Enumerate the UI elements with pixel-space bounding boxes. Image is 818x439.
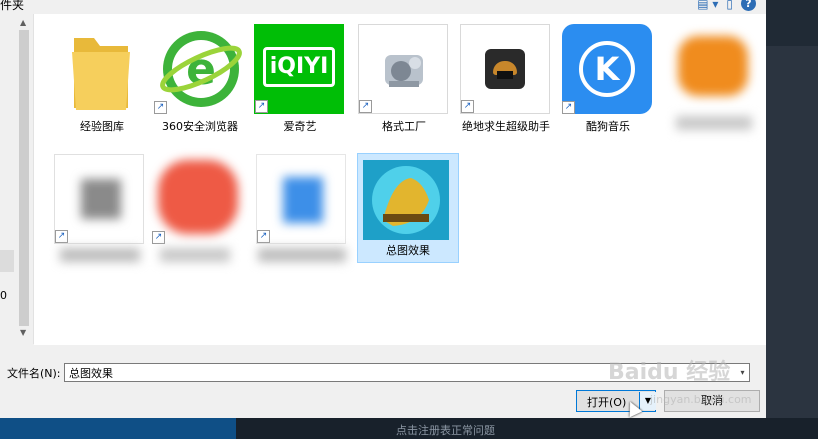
format-factory-icon: ↗: [358, 24, 448, 114]
360-browser-icon: e ↗: [154, 24, 244, 114]
file-item-kugou[interactable]: K ↗ 酷狗音乐: [560, 24, 656, 144]
file-item-pubg-helper[interactable]: ↗ 绝地求生超级助手: [458, 24, 554, 154]
blurred-label: [676, 116, 752, 130]
file-label: 360安全浏览器: [162, 120, 238, 133]
chevron-down-icon[interactable]: ▾: [736, 364, 749, 381]
file-label: 总图效果: [386, 244, 430, 257]
shortcut-arrow-icon: ↗: [154, 101, 167, 114]
open-button[interactable]: 打开(O) ▼: [576, 390, 656, 412]
file-item-iqiyi[interactable]: iQIYI ↗ 爱奇艺: [252, 24, 348, 144]
blurred-icon: [678, 36, 748, 96]
watermark-logo: Baidu 经验: [608, 360, 731, 385]
blurred-label: [60, 248, 140, 262]
shortcut-arrow-icon: ↗: [257, 230, 270, 243]
shortcut-arrow-icon: ↗: [152, 231, 165, 244]
file-label: 绝地求生超级助手: [462, 120, 550, 133]
nav-selected-item[interactable]: [0, 250, 14, 272]
file-item-format-factory[interactable]: ↗ 格式工厂: [356, 24, 452, 144]
scrollbar-thumb[interactable]: [19, 30, 29, 326]
navigation-pane: 0: [0, 14, 16, 344]
file-label: 格式工厂: [382, 120, 426, 133]
shortcut-arrow-icon: ↗: [55, 230, 68, 243]
pubg-helper-icon: ↗: [460, 24, 550, 114]
scroll-down-icon[interactable]: ▼: [20, 328, 26, 337]
file-item-blurred[interactable]: ↗: [52, 154, 148, 274]
blurred-icon: ↗: [54, 154, 144, 244]
nav-text: 0: [0, 289, 7, 302]
kugou-icon: K ↗: [562, 24, 652, 114]
background-caption: 点击注册表正常问题: [396, 424, 495, 437]
filename-label: 文件名(N):: [7, 367, 61, 380]
file-label: 酷狗音乐: [586, 120, 630, 133]
shortcut-arrow-icon: ↗: [359, 100, 372, 113]
navigation-scrollbar[interactable]: ▲ ▼: [16, 14, 34, 344]
file-item-selected-image[interactable]: 总图效果: [357, 153, 459, 266]
blurred-icon: ↗: [152, 154, 242, 244]
file-label: 经验图库: [80, 120, 124, 133]
blurred-label: [258, 248, 346, 262]
view-options-icon[interactable]: ▤ ▾: [697, 0, 718, 11]
background-desktop-bottom: 点击注册表正常问题: [0, 418, 818, 439]
blurred-icon: ↗: [256, 154, 346, 244]
iqiyi-icon: iQIYI ↗: [254, 24, 344, 114]
dialog-title: 件夹: [0, 0, 25, 12]
shortcut-arrow-icon: ↗: [255, 100, 268, 113]
folder-icon: [56, 24, 146, 114]
image-thumbnail: [363, 160, 449, 240]
preview-pane-icon[interactable]: ▯: [726, 0, 733, 11]
dialog-titlebar: 件夹 ▤ ▾ ▯ ?: [0, 0, 766, 14]
file-item-360-browser[interactable]: e ↗ 360安全浏览器: [152, 24, 248, 144]
blurred-label: [160, 248, 230, 262]
watermark-url: jingyan.baidu.com: [650, 393, 752, 406]
file-item-folder[interactable]: 经验图库: [54, 24, 150, 144]
help-icon[interactable]: ?: [741, 0, 756, 11]
file-label: 爱奇艺: [283, 120, 317, 133]
file-item-blurred[interactable]: [664, 24, 760, 144]
background-desktop-right: [766, 0, 818, 439]
file-list: 经验图库 e ↗ 360安全浏览器 iQIYI ↗ 爱奇艺 ↗ 格式工厂 ↗ 绝…: [34, 14, 766, 345]
shortcut-arrow-icon: ↗: [562, 101, 575, 114]
file-item-blurred[interactable]: ↗: [150, 154, 246, 274]
iqiyi-logo-text: iQIYI: [263, 47, 335, 87]
scroll-up-icon[interactable]: ▲: [20, 18, 26, 27]
kugou-logo-text: K: [579, 41, 635, 97]
shortcut-arrow-icon: ↗: [461, 100, 474, 113]
open-button-label: 打开(O): [587, 396, 627, 409]
file-item-blurred[interactable]: ↗: [254, 154, 350, 274]
